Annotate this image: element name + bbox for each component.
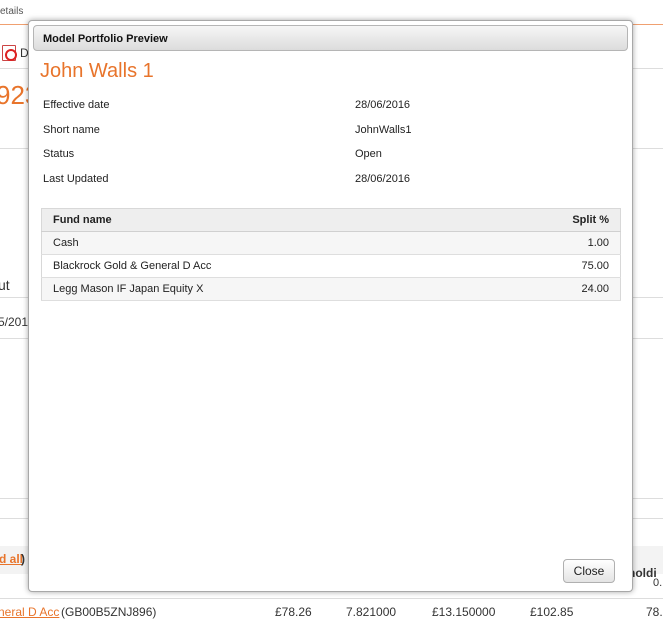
split-cell: 1.00 xyxy=(477,231,621,255)
detail-label: Status xyxy=(43,148,75,160)
breadcrumb[interactable]: etails xyxy=(0,6,23,17)
detail-label: Short name xyxy=(43,123,100,136)
fund-name-cell: Cash xyxy=(41,231,478,255)
model-portfolio-preview-dialog: Model Portfolio Preview John Walls 1 Eff… xyxy=(28,20,633,592)
detail-label: Last Updated xyxy=(43,172,109,185)
split-cell: 75.00 xyxy=(477,254,621,278)
table-row: neral D Acc (GB00B5ZNJ896) £78.26 7.8210… xyxy=(0,605,663,623)
value-cell: £102.85 xyxy=(530,605,574,619)
table-header-row: Fund name Split % xyxy=(41,208,621,232)
table-row: Legg Mason IF Japan Equity X 24.00 xyxy=(41,277,621,301)
units-cell: 7.821000 xyxy=(346,605,397,619)
price-cell: £78.26 xyxy=(275,605,312,619)
fund-name-header: Fund name xyxy=(41,208,478,232)
divider xyxy=(0,598,663,599)
fund-isin: (GB00B5ZNJ896) xyxy=(61,605,157,619)
portfolio-name: John Walls 1 xyxy=(40,60,154,82)
holdings-header: f holdi xyxy=(628,552,657,580)
table-row: Blackrock Gold & General D Acc 75.00 xyxy=(41,254,621,278)
fund-name-cell: Legg Mason IF Japan Equity X xyxy=(41,277,478,301)
show-all-link[interactable]: d all xyxy=(0,552,23,566)
detail-row-effective-date: Effective date 28/06/2016 xyxy=(43,99,623,124)
holdings-value: 0. xyxy=(653,577,663,589)
detail-row-last-updated: Last Updated 28/06/2016 xyxy=(43,173,623,198)
close-button[interactable]: Close xyxy=(563,559,615,583)
detail-value: 28/06/2016 xyxy=(355,99,411,111)
fund-link[interactable]: neral D Acc xyxy=(0,605,59,619)
detail-row-status: Status Open xyxy=(43,148,623,173)
split-header: Split % xyxy=(477,208,621,232)
pdf-icon[interactable] xyxy=(2,45,17,61)
section-heading: ut xyxy=(0,277,10,293)
detail-value: Open xyxy=(355,148,382,160)
show-all-paren: ) xyxy=(21,552,25,566)
fund-split-table: Fund name Split % Cash 1.00 Blackrock Go… xyxy=(41,208,621,301)
detail-value: JohnWalls1 xyxy=(355,123,412,136)
detail-label: Effective date xyxy=(43,99,110,111)
portfolio-details: Effective date 28/06/2016 Short name Joh… xyxy=(43,99,623,197)
detail-row-short-name: Short name JohnWalls1 xyxy=(43,124,623,149)
fund-name-cell: Blackrock Gold & General D Acc xyxy=(41,254,478,278)
dialog-title[interactable]: Model Portfolio Preview xyxy=(33,25,628,51)
cost-cell: £13.150000 xyxy=(432,605,496,619)
percent-cell: 78. xyxy=(646,605,663,619)
split-cell: 24.00 xyxy=(477,277,621,301)
table-row: Cash 1.00 xyxy=(41,231,621,255)
detail-value: 28/06/2016 xyxy=(355,172,411,185)
date-value: 5/201 xyxy=(0,315,29,329)
